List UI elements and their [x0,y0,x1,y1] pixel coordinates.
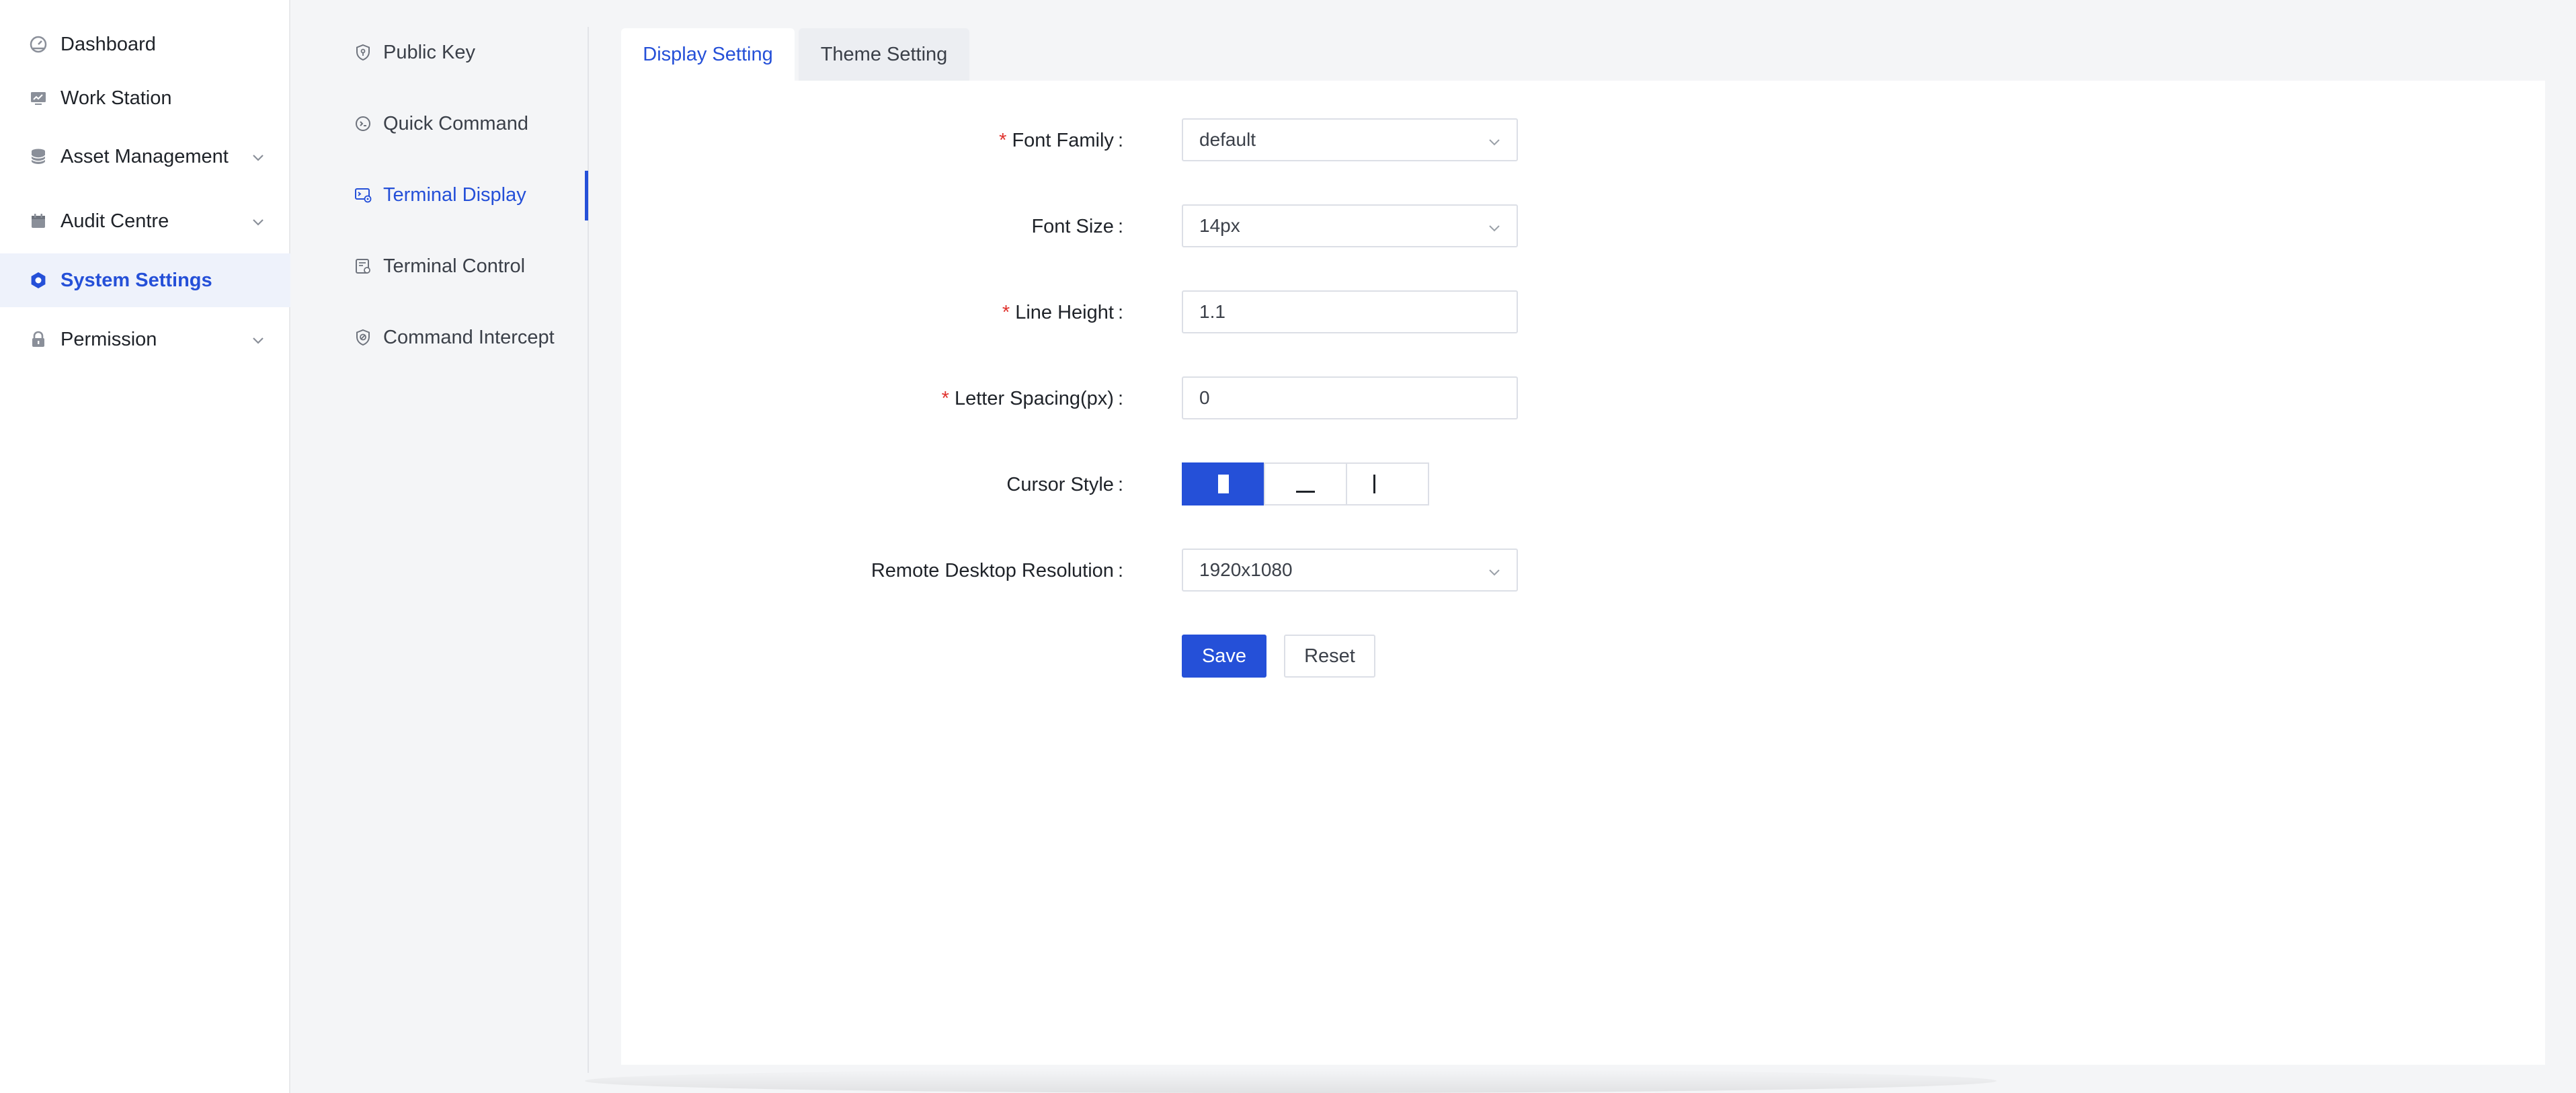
chevron-down-icon [1487,218,1502,233]
submenu-item-public-key[interactable]: Public Key [354,32,475,73]
line-height-label: * Line Height : [1002,301,1123,323]
required-mark: * [941,387,949,409]
workstation-icon [28,88,48,108]
cursor-bar-option[interactable] [1346,462,1429,505]
submenu-item-terminal-display[interactable]: Terminal Display [354,175,526,215]
display-setting-panel: * Font Family : default Font Size : 14px… [621,81,2545,1065]
submenu-item-quick-command[interactable]: Quick Command [354,104,528,144]
line-height-field[interactable] [1182,290,1518,333]
submenu-item-label: Command Intercept [383,326,555,348]
sidebar-item-permission[interactable]: Permission [0,313,290,366]
font-family-row: * Font Family : default [621,118,2545,163]
sidebar-item-label: Permission [61,328,157,350]
terminal-display-icon [354,186,372,204]
main-sidebar: Dashboard Work Station Asset Management … [0,0,290,1093]
font-family-select[interactable]: default [1182,118,1518,161]
sidebar-item-label: System Settings [61,269,212,291]
letter-spacing-input[interactable] [1199,387,1500,409]
actions-row: Save Reset [621,635,2545,679]
line-height-row: * Line Height : [621,290,2545,335]
chevron-down-icon [1487,132,1502,147]
settings-submenu: Public Key Quick Command Terminal Displa… [292,0,589,1093]
lock-icon [28,329,48,350]
sidebar-item-label: Dashboard [61,33,156,55]
save-button[interactable]: Save [1182,635,1266,678]
command-icon [354,114,372,133]
key-shield-icon [354,43,372,62]
block-cursor-icon [1218,475,1229,493]
resolution-row: Remote Desktop Resolution : 1920x1080 [621,549,2545,593]
cursor-underline-option[interactable] [1264,462,1347,505]
font-family-label: * Font Family : [999,129,1123,151]
sidebar-item-work-station[interactable]: Work Station [0,71,290,125]
terminal-control-icon [354,257,372,276]
chevron-down-icon [250,331,266,348]
chevron-down-icon [250,213,266,229]
submenu-item-label: Public Key [383,41,476,63]
sidebar-item-asset-management[interactable]: Asset Management [0,130,290,184]
tab-theme-setting[interactable]: Theme Setting [799,28,969,81]
sidebar-item-dashboard[interactable]: Dashboard [0,17,290,71]
resolution-select[interactable]: 1920x1080 [1182,549,1518,592]
font-size-select[interactable]: 14px [1182,204,1518,247]
dashboard-icon [28,34,48,54]
cursor-style-row: Cursor Style : [621,462,2545,507]
sidebar-item-system-settings[interactable]: System Settings [0,253,290,307]
resolution-label: Remote Desktop Resolution : [871,559,1123,581]
letter-spacing-field[interactable] [1182,376,1518,419]
resolution-value: 1920x1080 [1199,559,1293,580]
sidebar-item-label: Asset Management [61,145,229,167]
submenu-item-label: Terminal Control [383,255,526,277]
chevron-down-icon [250,149,266,165]
submenu-item-command-intercept[interactable]: Command Intercept [354,317,555,358]
font-family-value: default [1199,129,1256,150]
bottom-scroll-shadow [585,1069,1997,1093]
line-height-input[interactable] [1199,301,1500,323]
underline-cursor-icon [1296,490,1315,493]
active-indicator [585,171,588,220]
required-mark: * [1002,301,1010,323]
intercept-shield-icon [354,328,372,347]
settings-icon [28,270,48,290]
font-size-label: Font Size : [1031,215,1123,237]
submenu-item-label: Terminal Display [383,184,526,206]
calendar-icon [28,211,48,231]
cursor-style-radio-group [1182,462,1429,505]
chevron-down-icon [1487,563,1502,577]
required-mark: * [999,129,1007,151]
letter-spacing-label: * Letter Spacing(px) : [941,387,1123,409]
font-size-row: Font Size : 14px [621,204,2545,249]
cursor-style-label: Cursor Style : [1006,473,1123,495]
sidebar-item-label: Audit Centre [61,210,169,232]
submenu-item-label: Quick Command [383,112,528,134]
database-icon [28,147,48,167]
sidebar-item-label: Work Station [61,87,172,109]
font-size-value: 14px [1199,215,1240,236]
bar-cursor-icon [1373,475,1375,493]
submenu-item-terminal-control[interactable]: Terminal Control [354,246,525,286]
letter-spacing-row: * Letter Spacing(px) : [621,376,2545,421]
tab-display-setting[interactable]: Display Setting [621,28,795,81]
cursor-block-option[interactable] [1182,462,1265,505]
sidebar-item-audit-centre[interactable]: Audit Centre [0,194,290,248]
reset-button[interactable]: Reset [1284,635,1375,678]
